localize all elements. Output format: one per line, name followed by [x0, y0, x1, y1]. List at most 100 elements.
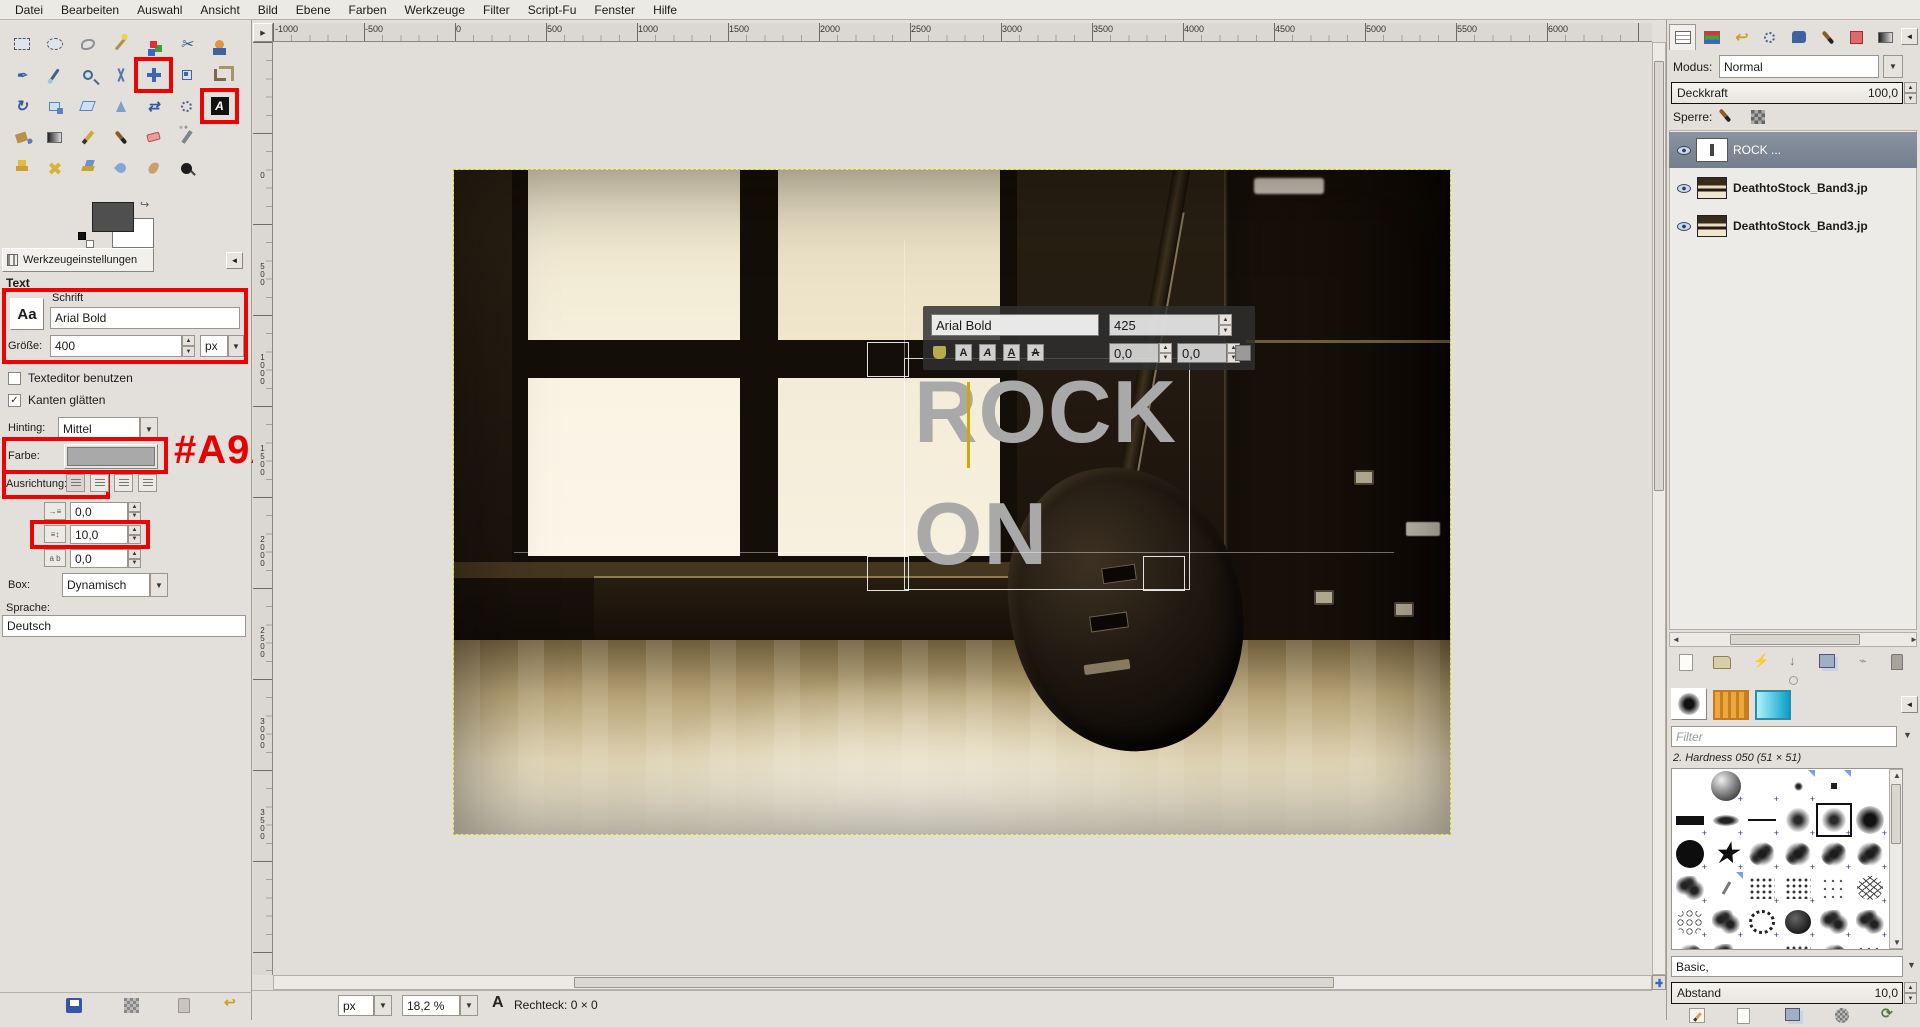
indent-spinner[interactable]: ▲▼ [128, 502, 141, 521]
menu-bearbeiten[interactable]: Bearbeiten [52, 1, 128, 19]
dock-splitter-handle[interactable] [1789, 676, 1798, 685]
text-box-handle-bottomleft[interactable] [867, 556, 909, 591]
text-box-handle-topleft[interactable] [867, 342, 909, 377]
brush-item[interactable] [1744, 837, 1780, 871]
tab-pattern-preview[interactable] [1713, 690, 1749, 720]
brush-item[interactable]: ★ [1708, 837, 1744, 871]
tab-patterns[interactable] [1843, 24, 1870, 50]
anchor-layer-button[interactable]: ⌁ [1859, 653, 1867, 669]
baseline-spinner[interactable]: ▲▼ [1159, 343, 1172, 363]
brush-item[interactable] [1708, 905, 1744, 939]
tool-crop[interactable] [204, 61, 235, 89]
tool-blur[interactable] [105, 154, 136, 182]
brush-item[interactable] [1780, 769, 1816, 803]
duplicate-layer-button[interactable] [1819, 654, 1835, 668]
layer-list-hscrollbar[interactable]: ◄ ► [1669, 632, 1917, 647]
brush-item[interactable] [1672, 769, 1708, 803]
line-spacing-spinner[interactable]: ▲▼ [128, 525, 141, 544]
menu-fenster[interactable]: Fenster [585, 1, 644, 19]
tool-dodge-burn[interactable] [171, 154, 202, 182]
tool-foreground-select[interactable] [204, 30, 235, 58]
brush-item[interactable] [1708, 939, 1744, 950]
tab-brushes[interactable] [1814, 24, 1841, 50]
raise-layer-button[interactable]: ⚡ [1753, 653, 1769, 669]
mode-select[interactable]: Normal [1719, 55, 1879, 78]
italic-button[interactable]: A [979, 344, 996, 361]
brush-item[interactable] [1852, 803, 1888, 837]
tool-cage-transform[interactable] [171, 92, 202, 120]
brush-item[interactable] [1780, 871, 1816, 905]
brush-set-dropdown-icon[interactable]: ▼ [1907, 960, 1916, 970]
tool-rect-select[interactable] [6, 30, 37, 58]
brush-item[interactable] [1672, 871, 1708, 905]
status-unit-dropdown[interactable]: ▼ [374, 995, 392, 1016]
edit-brush-button[interactable] [1689, 1008, 1705, 1023]
font-picker-button[interactable]: Aa [10, 298, 44, 330]
text-box-handle-bottomright[interactable] [1143, 556, 1185, 591]
letter-spacing-spinner[interactable]: ▲▼ [128, 549, 141, 568]
visibility-icon[interactable] [1677, 184, 1691, 193]
tool-align[interactable] [171, 61, 202, 89]
vertical-ruler[interactable]: 0 500 1000 1500 2000 2500 3000 3500 [253, 42, 273, 975]
brush-item[interactable] [1672, 939, 1708, 950]
menu-bild[interactable]: Bild [249, 1, 287, 19]
menu-werkzeuge[interactable]: Werkzeuge [396, 1, 474, 19]
new-brush-button[interactable] [1737, 1008, 1750, 1024]
font-name-input[interactable]: Arial Bold [50, 307, 240, 329]
brush-grid[interactable]: ★ ▲ ▼ [1671, 768, 1903, 950]
tool-rotate[interactable]: ↻ [6, 92, 37, 120]
hinting-select[interactable]: Mittel [58, 417, 140, 441]
box-select[interactable]: Dynamisch [62, 573, 150, 597]
scroll-left-icon[interactable]: ◄ [1672, 635, 1680, 644]
tool-scale[interactable] [39, 92, 70, 120]
brush-item[interactable] [1816, 837, 1852, 871]
canvas-navigation-button[interactable] [1652, 975, 1666, 990]
layer-row-photo1[interactable]: DeathtoStock_Band3.jp [1669, 170, 1917, 206]
tool-paths[interactable]: ✒ [6, 61, 37, 89]
floating-color-swatch[interactable] [1235, 345, 1251, 361]
tab-gradient-preview[interactable] [1755, 690, 1791, 720]
restore-options-icon[interactable] [124, 998, 139, 1013]
brush-item[interactable] [1852, 905, 1888, 939]
bold-button[interactable]: A [955, 344, 972, 361]
brush-item[interactable] [1852, 837, 1888, 871]
brush-item-selected[interactable] [1816, 803, 1852, 837]
tool-bucket-fill[interactable] [6, 123, 37, 151]
brush-item[interactable] [1780, 803, 1816, 837]
tool-scissors-select[interactable]: ✂ [171, 30, 202, 58]
opacity-slider[interactable]: Deckkraft 100,0 [1671, 82, 1903, 104]
box-dropdown-button[interactable]: ▼ [150, 573, 168, 597]
floating-font-input[interactable]: Arial Bold [931, 314, 1099, 336]
menu-ansicht[interactable]: Ansicht [191, 1, 248, 19]
tab-undo-history[interactable]: ↩ [1727, 24, 1754, 50]
foreground-color-swatch[interactable] [92, 202, 134, 232]
tool-text[interactable]: A [204, 92, 235, 120]
brush-grid-scroll-thumb[interactable] [1891, 784, 1901, 844]
tool-flip[interactable]: ⇄ [138, 92, 169, 120]
horizontal-ruler[interactable]: -1000 -500 0 500 1000 1500 2000 2500 300… [273, 23, 1652, 42]
right-dock-collapse-button[interactable]: ◄ [1901, 28, 1918, 45]
tool-smudge[interactable] [138, 154, 169, 182]
language-input[interactable]: Deutsch [2, 615, 246, 637]
tab-pointer[interactable] [1785, 24, 1812, 50]
layer-list-scroll-thumb[interactable] [1730, 634, 1860, 645]
align-justify-button[interactable] [138, 474, 157, 492]
delete-brush-button[interactable] [1835, 1008, 1849, 1023]
align-right-button[interactable] [90, 474, 109, 492]
canvas-hscrollbar-thumb[interactable] [574, 977, 1334, 988]
menu-ebene[interactable]: Ebene [287, 1, 340, 19]
antialias-checkbox[interactable]: ✓ [8, 394, 21, 407]
brush-item[interactable] [1780, 837, 1816, 871]
baseline-input[interactable]: 0,0 [1109, 343, 1159, 363]
mode-dropdown-button[interactable]: ▼ [1883, 55, 1903, 78]
lock-pixels-icon[interactable] [1723, 108, 1727, 128]
save-options-icon[interactable] [66, 998, 82, 1013]
refresh-brushes-button[interactable]: ⟳ [1881, 1005, 1893, 1022]
tool-ellipse-select[interactable] [39, 30, 70, 58]
canvas-image[interactable]: ROCK ON Arial Bold 425 ▲▼ A A A A 0,0 ▲▼… [454, 170, 1450, 834]
tool-airbrush[interactable] [171, 123, 202, 151]
opacity-spinner[interactable]: ▲▼ [1904, 82, 1917, 104]
status-unit-select[interactable]: px [338, 995, 374, 1016]
status-zoom-select[interactable]: 18,2 % [402, 995, 460, 1016]
canvas-viewport[interactable]: ROCK ON Arial Bold 425 ▲▼ A A A A 0,0 ▲▼… [273, 42, 1652, 975]
